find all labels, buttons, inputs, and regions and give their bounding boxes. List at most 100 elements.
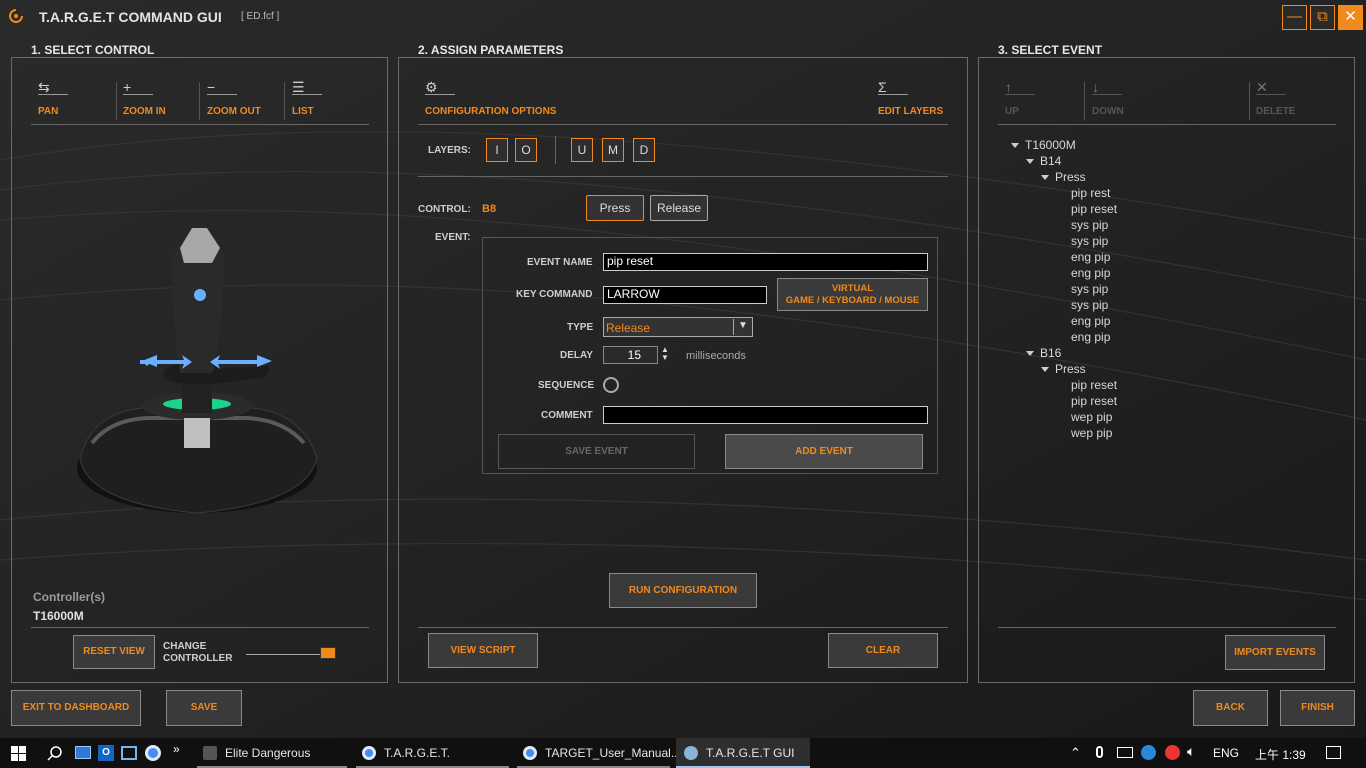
event-tree: T16000M B14 Press pip rest pip reset sys… — [1011, 137, 1117, 441]
chrome-icon — [523, 746, 537, 760]
expand-icon[interactable] — [1041, 175, 1049, 181]
import-events-button[interactable]: IMPORT EVENTS — [1225, 635, 1325, 670]
zoom-out-label: ZOOM OUT — [207, 106, 261, 117]
reset-view-button[interactable]: RESET VIEW — [73, 635, 155, 669]
expand-icon[interactable] — [1026, 351, 1034, 357]
slider-handle[interactable] — [320, 647, 336, 659]
toolbar-divider — [284, 82, 285, 120]
layer-button-m[interactable]: M — [602, 138, 624, 162]
virtual-keyboard-button[interactable]: VIRTUAL GAME / KEYBOARD / MOUSE — [777, 278, 928, 311]
tree-event-item[interactable]: eng pip — [1011, 265, 1117, 281]
tree-event-item[interactable]: sys pip — [1011, 281, 1117, 297]
tree-event-item[interactable]: wep pip — [1011, 409, 1117, 425]
select-event-panel: ↑ UP ↓ DOWN ✕ DELETE T16000M B14 Press p… — [978, 57, 1355, 683]
zoom-in-button[interactable]: + ZOOM IN — [123, 80, 166, 119]
taskbar-app-target-gui[interactable]: T.A.R.G.E.T GUI — [676, 738, 810, 768]
release-button[interactable]: Release — [650, 195, 708, 221]
tree-node-b16[interactable]: B16 — [1011, 345, 1117, 361]
type-select[interactable]: Release ▼ — [603, 317, 753, 337]
overflow-chevron-icon[interactable]: » — [173, 742, 180, 756]
expand-icon[interactable] — [1026, 159, 1034, 165]
joystick-model[interactable] — [72, 223, 322, 523]
add-event-button[interactable]: ADD EVENT — [725, 434, 923, 469]
window-app-icon[interactable] — [121, 746, 137, 760]
close-button[interactable]: ✕ — [1338, 5, 1363, 30]
expand-icon[interactable] — [1041, 367, 1049, 373]
layer-button-d[interactable]: D — [633, 138, 655, 162]
tree-event-item[interactable]: eng pip — [1011, 249, 1117, 265]
move-down-button[interactable]: ↓ DOWN — [1092, 80, 1124, 119]
delay-stepper[interactable]: ▲ ▼ — [659, 346, 671, 364]
restore-button[interactable]: ⧉ — [1310, 5, 1335, 30]
tree-event-item[interactable]: sys pip — [1011, 233, 1117, 249]
change-controller-slider[interactable] — [246, 654, 326, 655]
tree-event-item[interactable]: wep pip — [1011, 425, 1117, 441]
tree-event-item[interactable]: eng pip — [1011, 329, 1117, 345]
search-icon[interactable] — [47, 746, 62, 761]
minimize-button[interactable]: — — [1282, 5, 1307, 30]
save-event-button[interactable]: SAVE EVENT — [498, 434, 695, 469]
tray-chevron-up-icon[interactable]: ⌃ — [1070, 745, 1081, 761]
chat-icon[interactable] — [1141, 745, 1156, 760]
press-button[interactable]: Press — [586, 195, 644, 221]
tree-event-item[interactable]: pip reset — [1011, 377, 1117, 393]
configuration-options-button[interactable]: ⚙ CONFIGURATION OPTIONS — [425, 80, 556, 119]
microphone-icon[interactable] — [1096, 746, 1103, 758]
section-select-event: 3. SELECT EVENT — [998, 43, 1103, 57]
tree-node-press[interactable]: Press — [1011, 169, 1117, 185]
delay-label: DELAY — [560, 350, 593, 361]
notification-icon[interactable] — [1326, 746, 1341, 759]
delay-field[interactable]: 15 — [603, 346, 658, 364]
taskbar-app-chrome-2[interactable]: TARGET_User_Manual... — [515, 738, 681, 768]
section-assign-parameters: 2. ASSIGN PARAMETERS — [418, 43, 564, 57]
chrome-icon[interactable] — [145, 745, 161, 761]
event-name-field[interactable]: pip reset — [603, 253, 928, 271]
minimize-icon: — — [1287, 8, 1302, 25]
expand-icon[interactable] — [1011, 143, 1019, 149]
tree-node-press[interactable]: Press — [1011, 361, 1117, 377]
outlook-icon[interactable]: O — [98, 745, 114, 761]
delete-button[interactable]: ✕ DELETE — [1256, 80, 1295, 119]
exit-to-dashboard-button[interactable]: EXIT TO DASHBOARD — [11, 690, 141, 726]
back-button[interactable]: BACK — [1193, 690, 1268, 726]
select-divider — [733, 319, 734, 335]
windows-start-icon[interactable] — [11, 746, 26, 761]
view-script-button[interactable]: VIEW SCRIPT — [428, 633, 538, 668]
pan-button[interactable]: ⇆ PAN — [38, 80, 68, 119]
tree-event-item[interactable]: pip reset — [1011, 201, 1117, 217]
language-indicator[interactable]: ENG — [1213, 746, 1239, 760]
layer-button-i[interactable]: I — [486, 138, 508, 162]
section-select-control: 1. SELECT CONTROL — [31, 43, 155, 57]
clear-button[interactable]: CLEAR — [828, 633, 938, 668]
key-command-field[interactable]: LARROW — [603, 286, 767, 304]
clock[interactable]: 上午 1:39 — [1255, 746, 1306, 763]
sequence-radio[interactable] — [603, 377, 619, 393]
app-tray-icon[interactable] — [1165, 745, 1180, 760]
tree-event-item[interactable]: eng pip — [1011, 313, 1117, 329]
network-icon[interactable] — [1117, 747, 1133, 758]
move-up-button[interactable]: ↑ UP — [1005, 80, 1035, 119]
run-configuration-button[interactable]: RUN CONFIGURATION — [609, 573, 757, 608]
list-button[interactable]: ☰ LIST — [292, 80, 322, 119]
tree-node-b14[interactable]: B14 — [1011, 153, 1117, 169]
edit-layers-button[interactable]: Σ EDIT LAYERS — [878, 80, 943, 119]
volume-icon[interactable]: 🔈︎ — [1187, 743, 1195, 760]
save-button[interactable]: SAVE — [166, 690, 242, 726]
list-icon: ☰ — [292, 80, 322, 95]
taskbar-app-elite[interactable]: Elite Dangerous Laun... — [195, 738, 349, 768]
tree-event-item[interactable]: pip rest — [1011, 185, 1117, 201]
tree-event-item[interactable]: sys pip — [1011, 217, 1117, 233]
desktop-icon[interactable] — [75, 746, 91, 759]
taskbar-app-chrome-1[interactable]: T.A.R.G.E.T. Thrustma... — [354, 738, 511, 768]
tree-event-item[interactable]: pip reset — [1011, 393, 1117, 409]
pan-label: PAN — [38, 106, 59, 117]
tree-root[interactable]: T16000M — [1011, 137, 1117, 153]
tree-event-item[interactable]: sys pip — [1011, 297, 1117, 313]
comment-field[interactable] — [603, 406, 928, 424]
zoom-out-button[interactable]: − ZOOM OUT — [207, 80, 261, 119]
layer-button-o[interactable]: O — [515, 138, 537, 162]
finish-button[interactable]: FINISH — [1280, 690, 1355, 726]
layer-button-u[interactable]: U — [571, 138, 593, 162]
layer-divider — [555, 136, 556, 164]
type-select-value: Release — [606, 321, 651, 335]
